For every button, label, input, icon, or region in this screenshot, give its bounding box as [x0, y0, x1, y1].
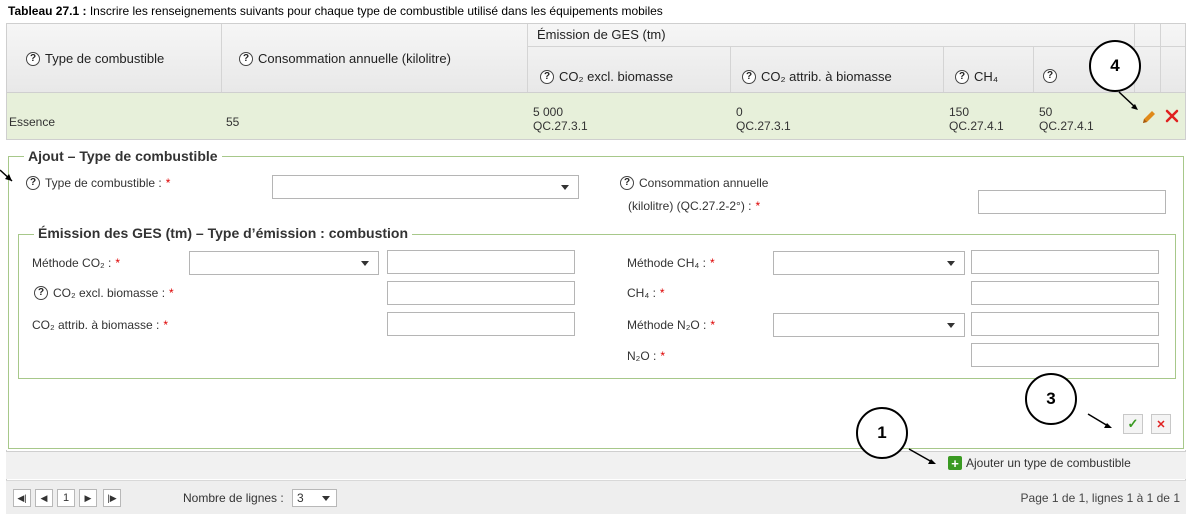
- callout-arrows: [0, 91, 1138, 464]
- callout-3: 3: [1025, 373, 1077, 425]
- callout-4: 4: [1089, 40, 1141, 92]
- callout-1: 1: [856, 407, 908, 459]
